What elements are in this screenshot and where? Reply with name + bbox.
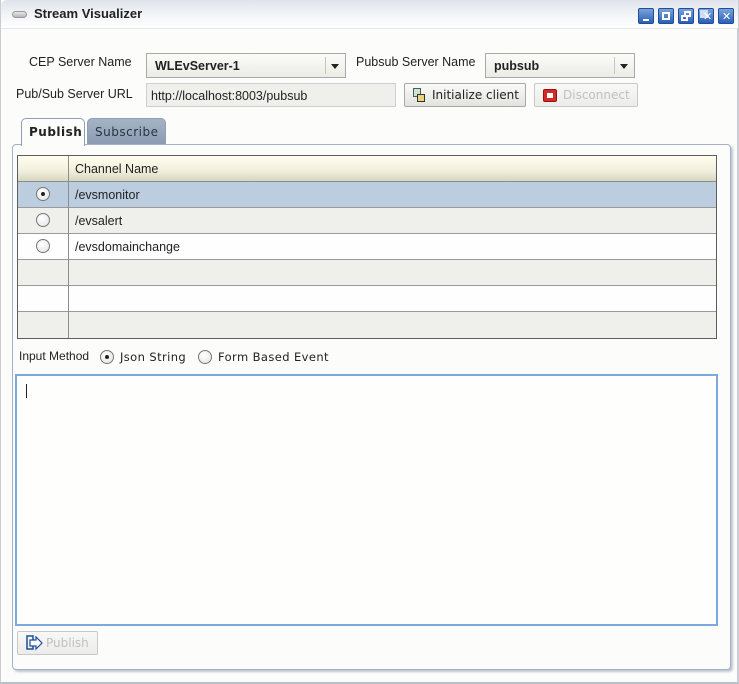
minimize-icon — [643, 19, 649, 21]
stream-visualizer-window: Stream Visualizer ✕ ✕ CEP Server Name WL… — [0, 0, 739, 684]
column-header-channel-name[interactable]: Channel Name — [75, 162, 158, 176]
window-menu-icon[interactable] — [12, 11, 27, 18]
pubsub-server-label: Pubsub Server Name — [356, 55, 476, 69]
input-method-label: Input Method — [19, 349, 90, 363]
cep-server-label: CEP Server Name — [29, 55, 132, 69]
event-text-editor[interactable] — [15, 374, 718, 626]
url-value: http://localhost:8003/pubsub — [151, 89, 308, 103]
channel-radio[interactable] — [36, 213, 50, 227]
cep-server-dropdown[interactable]: WLEvServer-1 — [146, 53, 346, 78]
tab-subscribe-label: Subscribe — [95, 125, 159, 139]
table-row[interactable]: /evsmonitor — [18, 182, 716, 208]
tab-subscribe[interactable]: Subscribe — [87, 118, 166, 144]
url-input[interactable]: http://localhost:8003/pubsub — [146, 83, 396, 107]
minimize-button[interactable] — [638, 8, 654, 24]
channel-name: /evsdomainchange — [75, 240, 180, 254]
form-based-event-radio[interactable] — [198, 350, 212, 364]
tab-publish[interactable]: Publish — [21, 118, 85, 146]
initialize-client-label: Initialize client — [432, 88, 519, 102]
json-string-label[interactable]: Json String — [120, 350, 186, 364]
close-all-icon: ✕ — [703, 10, 713, 23]
table-row-empty — [18, 260, 716, 286]
maximize-button[interactable] — [658, 8, 674, 24]
chevron-down-icon — [620, 64, 628, 69]
table-row[interactable]: /evsdomainchange — [18, 234, 716, 260]
window-title: Stream Visualizer — [34, 6, 143, 21]
publish-arrow-icon — [26, 635, 44, 651]
form-based-event-label[interactable]: Form Based Event — [218, 350, 329, 364]
publish-button[interactable]: Publish — [17, 631, 98, 655]
table-row-empty — [18, 286, 716, 312]
close-icon: ✕ — [722, 10, 732, 23]
initialize-client-button[interactable]: Initialize client — [404, 83, 526, 107]
publish-label: Publish — [46, 636, 89, 650]
stop-icon — [543, 89, 557, 102]
chevron-down-icon — [331, 64, 339, 69]
title-bar[interactable]: Stream Visualizer ✕ ✕ — [1, 0, 738, 29]
channel-name: /evsmonitor — [75, 188, 140, 202]
maximize-icon — [662, 12, 670, 20]
disconnect-label: Disconnect — [563, 88, 630, 102]
client-plug-icon — [413, 88, 427, 103]
pubsub-server-value: pubsub — [494, 59, 540, 73]
text-caret — [26, 384, 27, 398]
channel-radio[interactable] — [36, 187, 50, 201]
table-header: Channel Name — [18, 156, 716, 182]
channel-name: /evsalert — [75, 214, 123, 228]
column-divider — [68, 156, 69, 338]
channel-radio[interactable] — [36, 239, 50, 253]
disconnect-button[interactable]: Disconnect — [534, 83, 638, 107]
close-button[interactable]: ✕ — [718, 8, 734, 24]
pubsub-server-dropdown[interactable]: pubsub — [485, 53, 635, 78]
table-row-empty — [18, 312, 716, 338]
url-label: Pub/Sub Server URL — [16, 87, 133, 101]
restore-button[interactable] — [678, 8, 694, 24]
tab-publish-label: Publish — [29, 125, 83, 139]
cep-server-value: WLEvServer-1 — [155, 59, 240, 73]
channel-table: Channel Name /evsmonitor /evsalert /evsd… — [17, 155, 717, 339]
json-string-radio[interactable] — [100, 350, 114, 364]
table-row[interactable]: /evsalert — [18, 208, 716, 234]
close-all-button[interactable]: ✕ — [698, 8, 714, 24]
